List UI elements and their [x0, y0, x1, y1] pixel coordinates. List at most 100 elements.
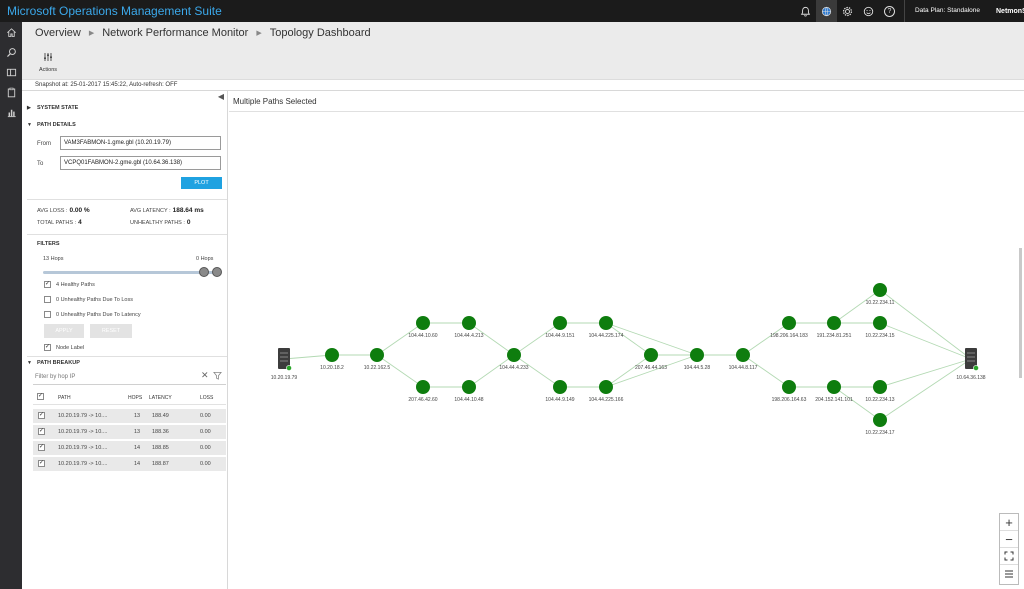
server-node[interactable]: 10.64.36.138 — [956, 348, 986, 381]
breadcrumb-npm[interactable]: Network Performance Monitor — [102, 27, 248, 39]
legend-icon[interactable] — [1000, 565, 1018, 582]
search-icon[interactable] — [0, 42, 22, 62]
breadcrumb: Overview ▶ Network Performance Monitor ▶… — [35, 27, 371, 39]
hop-filter-input[interactable]: Filter by hop IP — [33, 371, 226, 385]
user-name[interactable]: NetmonSE — [994, 8, 1024, 15]
hop-node[interactable]: 198.206.164.183 — [770, 316, 808, 339]
hop-circle — [873, 413, 887, 427]
node-label: 207.46.42.60 — [408, 397, 437, 403]
graph-edge — [879, 322, 972, 360]
col-path[interactable]: PATH — [58, 395, 71, 401]
cell-path: 10.20.19.79 -> 10.... — [58, 445, 108, 451]
checkbox[interactable] — [44, 296, 51, 303]
hop-node[interactable]: 10.22.234.17 — [865, 413, 895, 436]
hop-node[interactable]: 10.20.18.2 — [320, 348, 344, 371]
topology-graph[interactable]: 10.20.19.79 10.20.18.2 10.22.162.5 104.44.1… — [229, 112, 1024, 589]
apply-button[interactable]: APPLY — [44, 324, 84, 338]
scrollbar[interactable] — [1019, 248, 1022, 378]
hop-node[interactable]: 104.44.9.151 — [545, 316, 575, 339]
col-loss[interactable]: LOSS — [200, 395, 213, 401]
cell-latency: 188.85 — [152, 445, 169, 451]
node-label: 10.22.234.13 — [865, 397, 894, 403]
hop-node[interactable]: 204.152.141.101 — [815, 380, 853, 403]
hop-node[interactable]: 104.44.4.213 — [454, 316, 484, 339]
hop-node[interactable]: 104.44.4.233 — [499, 348, 529, 371]
hop-node[interactable]: 198.206.164.63 — [772, 380, 807, 403]
clipboard-icon[interactable] — [0, 82, 22, 102]
from-field[interactable]: VAM3FABMON-1.gme.gbl (10.20.19.79) — [60, 136, 221, 150]
row-checkbox[interactable]: ✓ — [38, 444, 50, 451]
path-table-header: ✓ PATH HOPS LATENCY LOSS — [33, 391, 226, 405]
hops-slider-handle-left[interactable] — [199, 267, 209, 277]
hop-node[interactable]: 104.44.225.166 — [589, 380, 624, 403]
zoom-out-icon[interactable]: − — [1000, 531, 1018, 548]
row-checkbox[interactable]: ✓ — [38, 428, 50, 435]
graph-edge — [833, 289, 881, 324]
hop-circle — [416, 316, 430, 330]
checkbox-checked[interactable]: ✓ — [44, 281, 51, 288]
table-row[interactable]: ✓ 10.20.19.79 -> 10.... 14 188.85 0.00 — [33, 441, 226, 456]
collapse-panel-icon[interactable]: ◀ — [218, 92, 224, 101]
filter-unhealthy-latency[interactable]: 0 Unhealthy Paths Due To Latency — [44, 311, 141, 318]
clear-icon[interactable]: ✕ — [201, 370, 209, 381]
app-title[interactable]: Microsoft Operations Management Suite — [7, 4, 222, 18]
hop-node[interactable]: 10.22.162.5 — [364, 348, 391, 371]
hop-node[interactable]: 10.22.234.11 — [866, 283, 895, 306]
dashboard-icon[interactable] — [0, 62, 22, 82]
col-hops[interactable]: HOPS — [128, 395, 142, 401]
actions-button[interactable]: Actions — [36, 52, 60, 73]
bell-icon[interactable] — [795, 0, 816, 22]
table-row[interactable]: ✓ 10.20.19.79 -> 10.... 13 188.49 0.00 — [33, 409, 226, 424]
filter-icon[interactable] — [213, 371, 222, 382]
section-path-details[interactable]: ▼ PATH DETAILS — [27, 122, 76, 128]
chevron-down-icon: ▼ — [27, 360, 32, 366]
table-row[interactable]: ✓ 10.20.19.79 -> 10.... 13 188.36 0.00 — [33, 425, 226, 440]
cell-hops: 13 — [134, 429, 141, 435]
graph-edge — [833, 386, 881, 421]
cell-loss: 0.00 — [200, 413, 211, 419]
server-node[interactable]: 10.20.19.79 — [271, 348, 298, 381]
hop-node[interactable]: 207.46.44.163 — [635, 348, 667, 371]
node-label-toggle[interactable]: ✓ Node Label — [44, 344, 84, 351]
hop-circle — [873, 316, 887, 330]
hop-node[interactable]: 191.234.81.251 — [817, 316, 852, 339]
hops-slider-handle-right[interactable] — [212, 267, 222, 277]
checkbox[interactable] — [44, 311, 51, 318]
help-icon[interactable]: ? — [879, 0, 900, 22]
hop-circle — [690, 348, 704, 362]
gear-icon[interactable] — [837, 0, 858, 22]
chart-icon[interactable] — [0, 102, 22, 122]
hop-node[interactable]: 104.44.9.149 — [545, 380, 575, 403]
filter-unhealthy-loss[interactable]: 0 Unhealthy Paths Due To Loss — [44, 296, 133, 303]
select-all-checkbox[interactable]: ✓ — [37, 393, 49, 400]
hop-node[interactable]: 104.44.8.117 — [729, 348, 758, 371]
to-field[interactable]: VCPQ01FABMON-2.gme.gbl (10.64.36.138) — [60, 156, 221, 170]
to-label: To — [37, 161, 44, 167]
breadcrumb-overview[interactable]: Overview — [35, 27, 81, 39]
globe-icon[interactable] — [815, 0, 837, 22]
home-icon[interactable] — [0, 22, 22, 42]
hop-node[interactable]: 207.46.42.60 — [408, 380, 438, 403]
hop-circle — [325, 348, 339, 362]
cell-latency: 188.36 — [152, 429, 169, 435]
filter-healthy-paths[interactable]: ✓ 4 Healthy Paths — [44, 281, 95, 288]
col-latency[interactable]: LATENCY — [149, 395, 172, 401]
section-system-state[interactable]: ▶ SYSTEM STATE — [27, 105, 78, 111]
checkbox-checked[interactable]: ✓ — [44, 344, 51, 351]
cell-loss: 0.00 — [200, 461, 211, 467]
plot-button[interactable]: PLOT — [181, 177, 222, 189]
hops-slider-track[interactable] — [43, 271, 219, 274]
hop-node[interactable]: 104.44.10.48 — [454, 380, 484, 403]
from-label: From — [37, 141, 51, 147]
chevron-right-icon: ▶ — [256, 30, 262, 37]
table-row[interactable]: ✓ 10.20.19.79 -> 10.... 14 188.87 0.00 — [33, 457, 226, 472]
zoom-in-icon[interactable]: + — [1000, 514, 1018, 531]
hop-node[interactable]: 104.44.10.60 — [408, 316, 438, 339]
row-checkbox[interactable]: ✓ — [38, 460, 50, 467]
row-checkbox[interactable]: ✓ — [38, 412, 50, 419]
section-path-breakup[interactable]: ▼ PATH BREAKUP — [27, 360, 80, 366]
smiley-icon[interactable] — [858, 0, 879, 22]
fit-icon[interactable] — [1000, 548, 1018, 565]
reset-button[interactable]: RESET — [90, 324, 132, 338]
node-label: 104.44.5.28 — [684, 365, 711, 371]
